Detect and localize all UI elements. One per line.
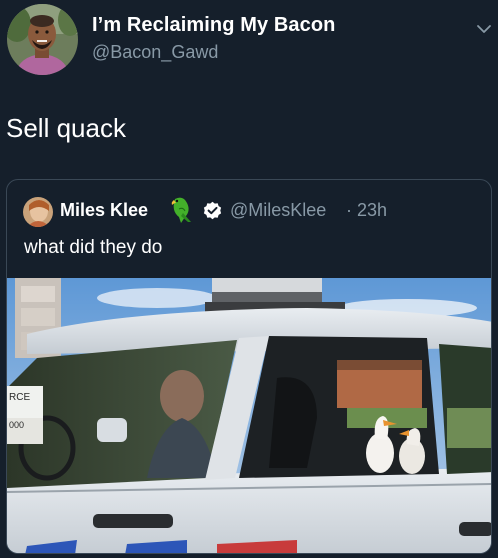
quoted-tweet-timestamp[interactable]: 23h (357, 200, 387, 221)
verified-badge-icon (203, 201, 222, 220)
tweet: I’m Reclaiming My Bacon @Bacon_Gawd Sell… (0, 0, 498, 558)
tweet-text: Sell quack (6, 113, 126, 143)
quoted-author-avatar[interactable] (23, 197, 53, 227)
photo-sign-text: RCE (9, 392, 30, 403)
author-display-name[interactable]: I’m Reclaiming My Bacon (92, 14, 335, 37)
photo-sign-number: 000 (9, 420, 24, 430)
quoted-author-handle[interactable]: @MilesKlee (230, 200, 326, 221)
quoted-author-display-name[interactable]: Miles Klee (60, 200, 148, 221)
quoted-tweet-photo[interactable]: RCE 000 (7, 278, 491, 553)
meta-separator: · (346, 200, 352, 220)
quoted-tweet-text: what did they do (24, 237, 163, 258)
author-avatar[interactable] (7, 4, 78, 75)
chevron-down-icon[interactable] (476, 22, 492, 34)
author-handle[interactable]: @Bacon_Gawd (92, 42, 218, 63)
quoted-tweet-card[interactable]: Miles Klee @MilesKlee · 23h what did the… (6, 179, 492, 554)
parrot-emoji-icon (169, 195, 197, 225)
